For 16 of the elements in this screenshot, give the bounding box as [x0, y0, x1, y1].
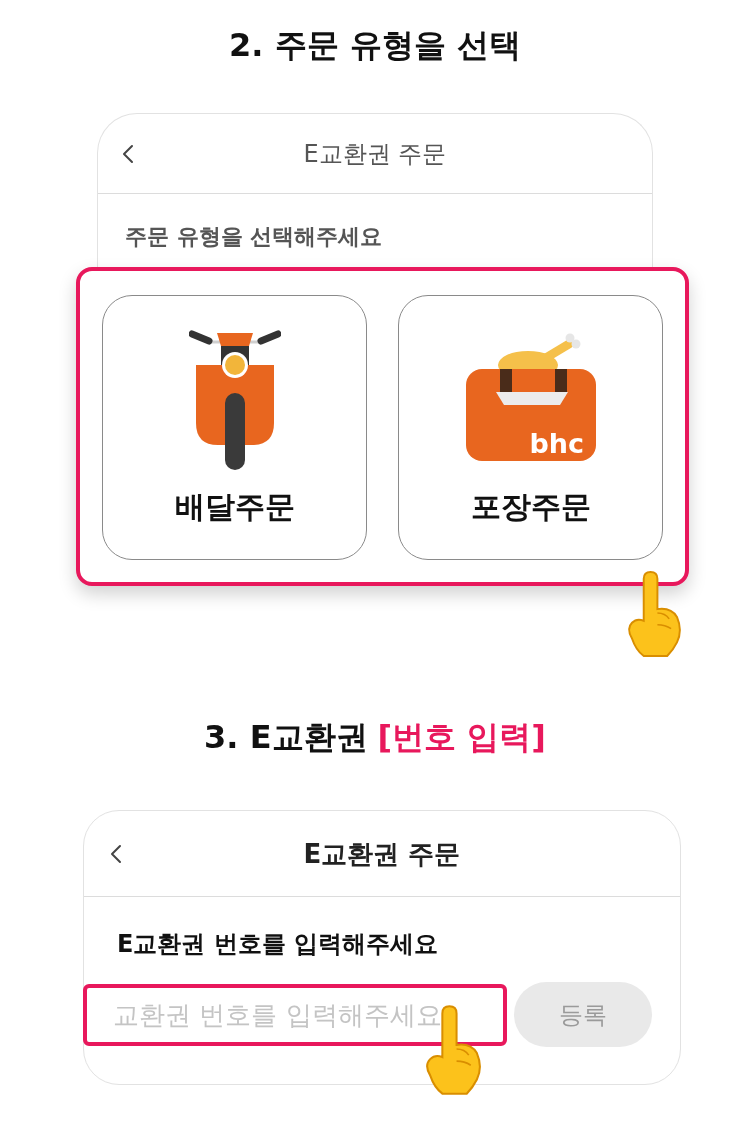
- back-button[interactable]: [122, 143, 134, 164]
- heading-highlight: [번호 입력]: [377, 717, 546, 757]
- order-type-button[interactable]: bhc 포장주문: [398, 295, 663, 560]
- voucher-number-field[interactable]: 교환권 번호를 입력해주세요: [83, 983, 507, 1046]
- back-button[interactable]: [110, 843, 122, 864]
- order-type-button[interactable]: 배달주문: [102, 295, 367, 560]
- step-heading: 2. 주문 유형을 선택: [228, 25, 522, 65]
- takeout-bag-icon: [465, 368, 596, 461]
- chevron-left-icon: [122, 143, 134, 164]
- chevron-left-icon: [110, 843, 122, 864]
- screen-title: E교환권 주문: [302, 138, 448, 169]
- prompt-text: E교환권 번호를 입력해주세요: [116, 929, 440, 959]
- screen-title: E교환권 주문: [302, 837, 462, 870]
- step-heading: 3. E교환권: [204, 717, 368, 757]
- prompt-text: 주문 유형을 선택해주세요: [124, 223, 384, 251]
- brand-text: bhc: [528, 427, 584, 459]
